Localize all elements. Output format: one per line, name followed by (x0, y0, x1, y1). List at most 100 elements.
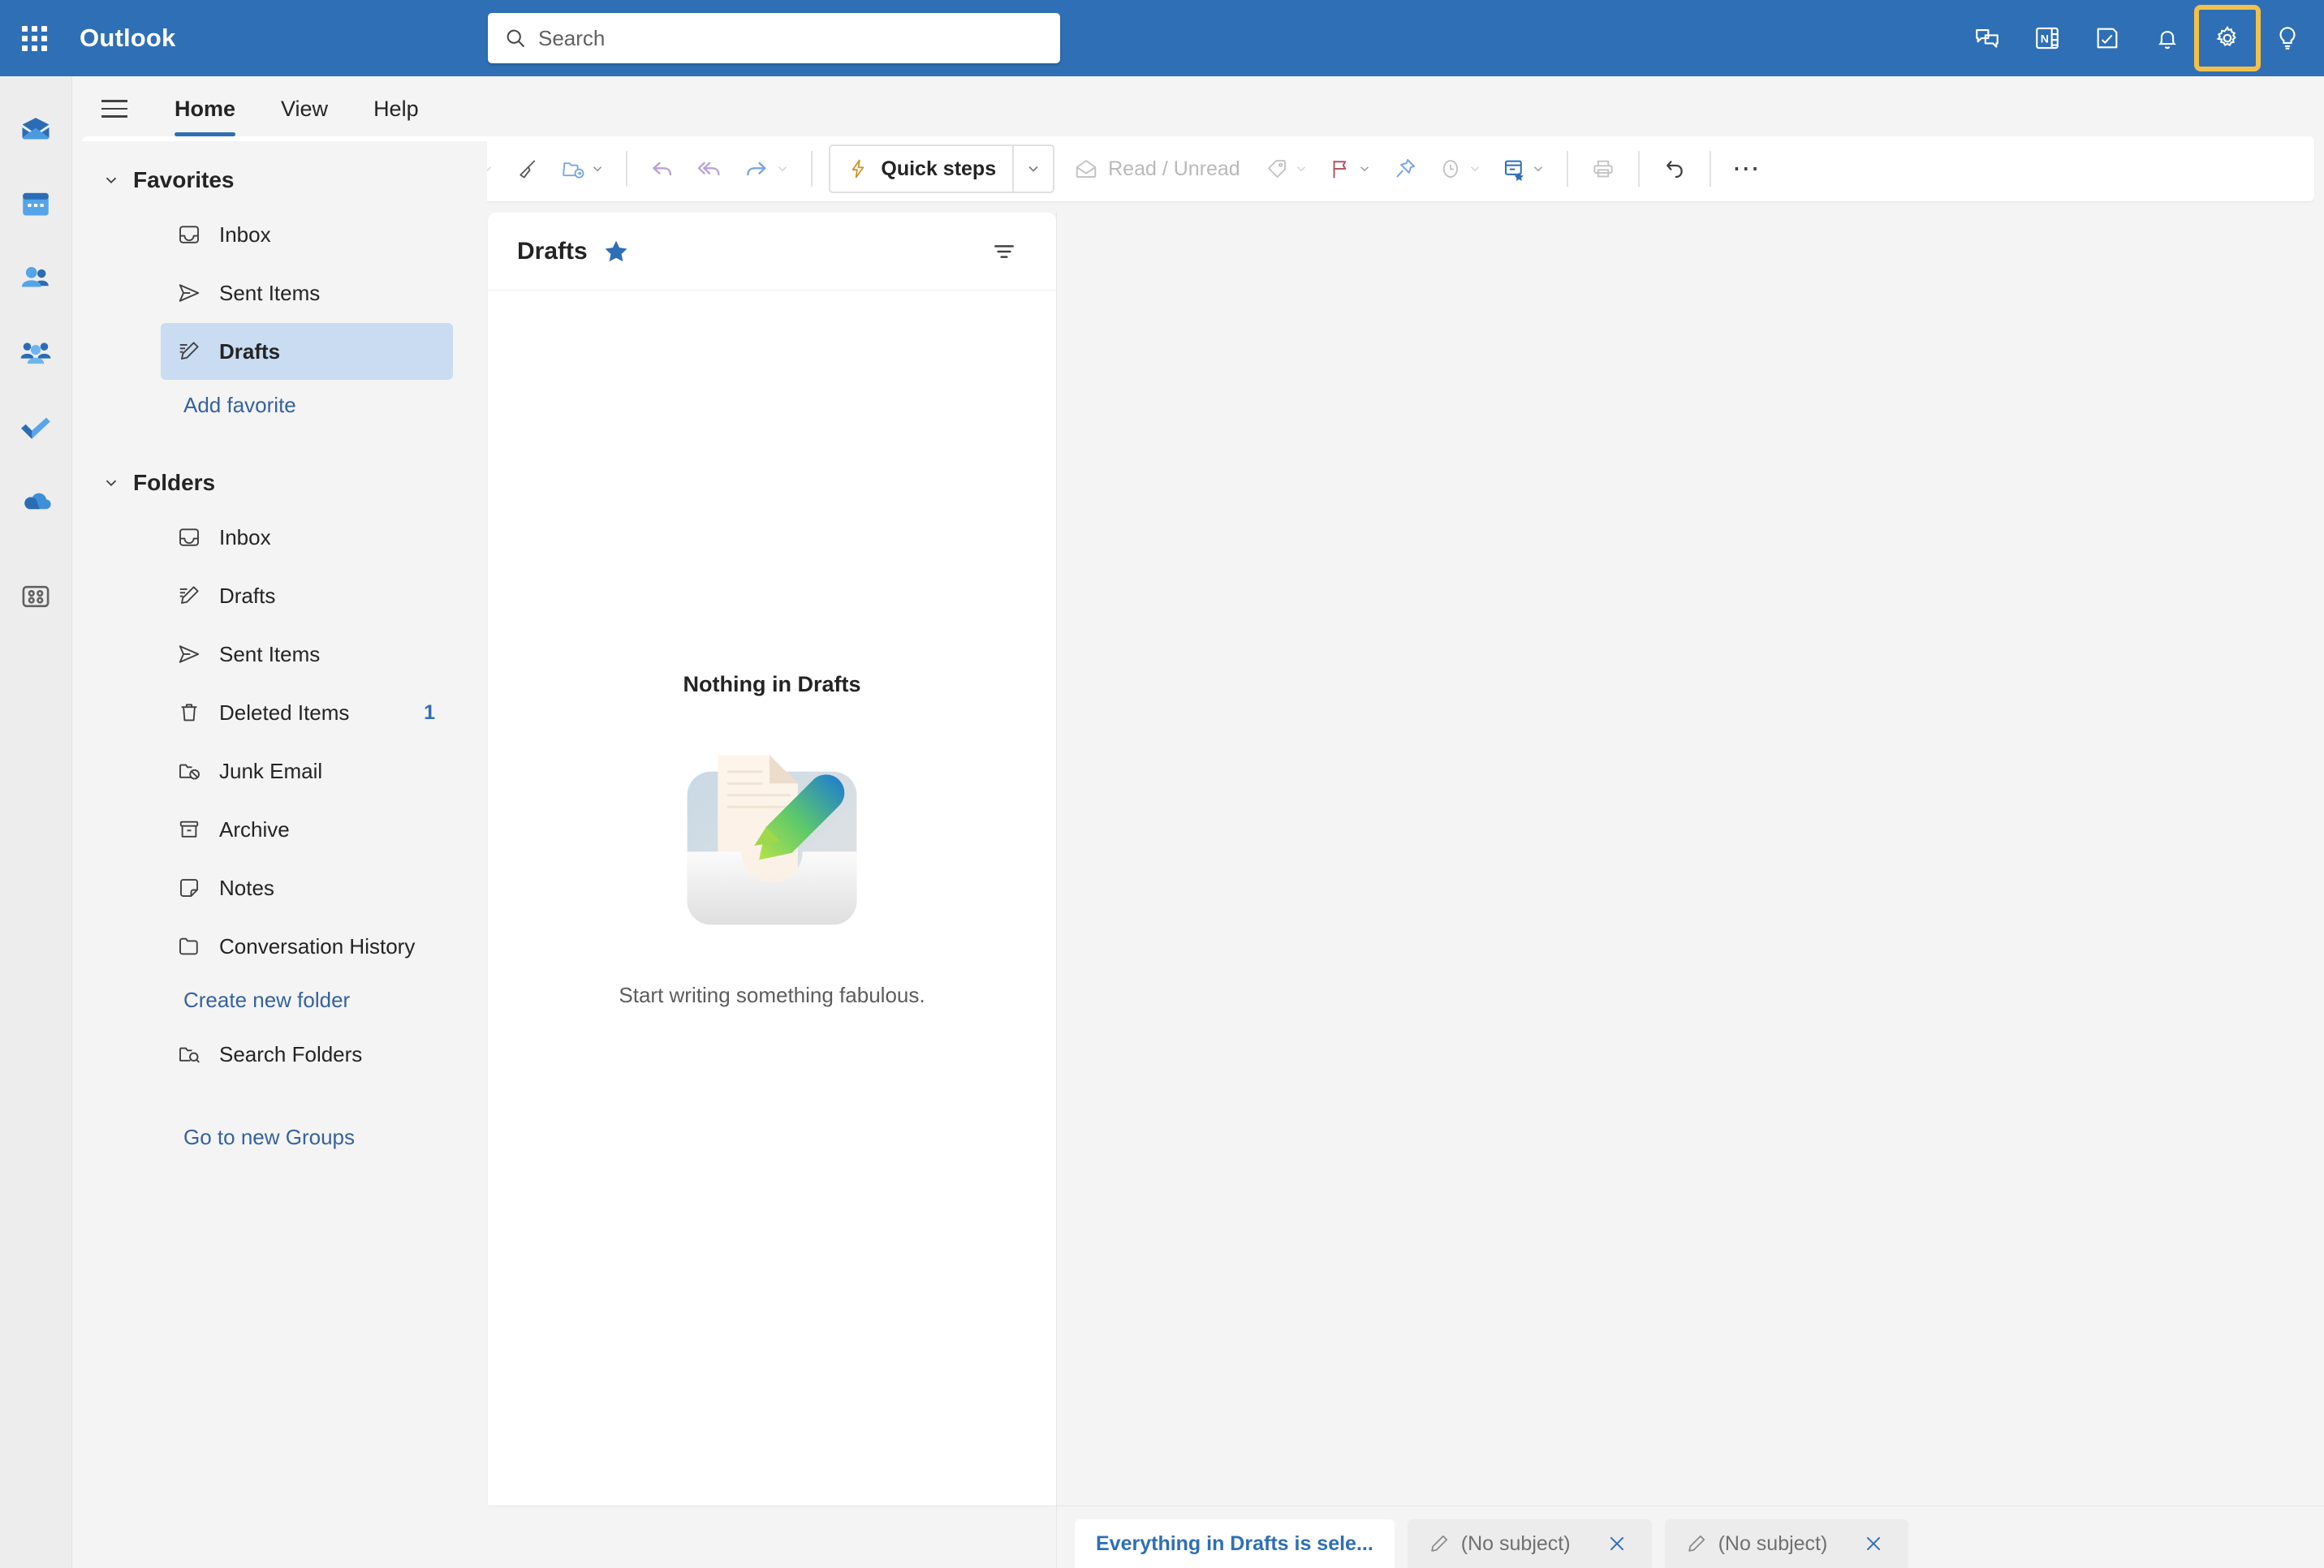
draft-tab-selection-status[interactable]: Everything in Drafts is sele... (1075, 1519, 1395, 1568)
sidebar-item-favorites-drafts[interactable]: Drafts (161, 323, 453, 380)
move-to-chevron-down-icon[interactable] (590, 162, 605, 176)
search-folder-icon (177, 1042, 201, 1066)
star-filled-icon[interactable] (602, 238, 630, 265)
sidebar-item-search-folders[interactable]: Search Folders (161, 1026, 453, 1083)
sidebar-item-count: 1 (424, 700, 435, 724)
tab-home[interactable]: Home (158, 88, 252, 136)
snooze-button[interactable] (1432, 145, 1489, 192)
ribbon-divider-5 (1637, 151, 1640, 187)
more-options-button[interactable]: ⋯ (1726, 145, 1769, 192)
sidebar-item-sent-items[interactable]: Sent Items (161, 626, 453, 683)
notifications-bell-icon[interactable] (2137, 8, 2197, 68)
rules-button[interactable] (1495, 145, 1552, 192)
inbox-icon (177, 525, 201, 549)
draft-tab-no-subject-1[interactable]: (No subject) (1407, 1519, 1652, 1568)
flag-chevron-down-icon[interactable] (1357, 162, 1372, 176)
junk-folder-icon (177, 759, 201, 783)
rail-item-onedrive[interactable] (7, 474, 64, 531)
sidebar-item-label: Conversation History (219, 933, 416, 958)
my-day-icon[interactable] (2077, 8, 2137, 68)
favorites-title: Favorites (133, 167, 235, 192)
rail-item-to-do[interactable] (7, 399, 64, 456)
teams-chat-icon[interactable] (1957, 8, 2017, 68)
sidebar-item-inbox[interactable]: Inbox (161, 509, 453, 566)
sidebar-item-label: Sent Items (219, 280, 321, 305)
sweep-button[interactable] (507, 145, 548, 192)
flag-button[interactable] (1322, 145, 1378, 192)
send-icon (177, 281, 201, 305)
sidebar-item-archive[interactable]: Archive (161, 801, 453, 858)
help-lightbulb-icon[interactable] (2257, 8, 2318, 68)
empty-state: Nothing in Drafts Start writing somethin… (488, 291, 1056, 1008)
draft-tray-pencil-illustration (654, 720, 890, 955)
reply-all-arrow-icon (696, 155, 723, 183)
search-box[interactable] (488, 13, 1060, 63)
sidebar-item-conversation-history[interactable]: Conversation History (161, 918, 453, 975)
empty-state-title: Nothing in Drafts (683, 672, 861, 696)
print-button[interactable] (1583, 145, 1623, 192)
sidebar-item-label: Notes (219, 875, 274, 900)
folder-pane-spacer (73, 429, 487, 459)
sidebar-item-favorites-inbox[interactable]: Inbox (161, 206, 453, 263)
reply-arrow-icon (649, 155, 676, 183)
folder-icon (177, 934, 201, 958)
sidebar-item-notes[interactable]: Notes (161, 859, 453, 916)
close-icon[interactable] (1860, 1530, 1887, 1557)
rail-item-more-apps[interactable] (7, 568, 64, 625)
tab-help[interactable]: Help (357, 88, 435, 129)
reply-all-button[interactable] (689, 145, 730, 192)
categorize-chevron-down-icon[interactable] (1294, 162, 1309, 176)
rail-item-mail[interactable] (7, 101, 64, 157)
ribbon-divider-3 (811, 151, 813, 187)
sidebar-item-label: Drafts (219, 583, 276, 608)
forward-chevron-down-icon[interactable] (775, 162, 790, 176)
quick-steps-button[interactable]: Quick steps (830, 146, 1012, 192)
rules-chevron-down-icon[interactable] (1531, 162, 1546, 176)
add-favorite-link[interactable]: Add favorite (73, 381, 487, 429)
sweep-broom-icon (515, 157, 540, 181)
forward-button[interactable] (736, 145, 796, 192)
snooze-chevron-down-icon[interactable] (1468, 162, 1482, 176)
onenote-icon[interactable]: N (2017, 8, 2077, 68)
tab-view[interactable]: View (265, 88, 344, 129)
top-app-bar: Outlook N (0, 0, 2324, 76)
calendar-app-icon (19, 187, 53, 221)
search-input[interactable] (538, 25, 1044, 51)
filter-icon[interactable] (981, 229, 1027, 274)
tag-icon (1265, 157, 1289, 181)
todo-check-app-icon (18, 410, 54, 446)
close-icon[interactable] (1603, 1530, 1631, 1557)
quick-steps-chevron-down-icon[interactable] (1014, 146, 1053, 192)
sidebar-item-drafts[interactable]: Drafts (161, 567, 453, 624)
sidebar-item-junk-email[interactable]: Junk Email (161, 743, 453, 799)
move-to-button[interactable] (554, 145, 611, 192)
rail-item-calendar[interactable] (7, 175, 64, 232)
undo-button[interactable] (1654, 145, 1695, 192)
reply-button[interactable] (642, 145, 683, 192)
pin-button[interactable] (1385, 145, 1425, 192)
go-to-new-groups-link[interactable]: Go to new Groups (73, 1114, 487, 1161)
rail-item-people[interactable] (7, 250, 64, 307)
reading-pane (1057, 213, 2324, 1506)
read-unread-label: Read / Unread (1108, 157, 1240, 180)
pane-divider[interactable] (1056, 213, 1057, 1568)
sidebar-item-favorites-sent-items[interactable]: Sent Items (161, 265, 453, 321)
flag-icon (1328, 157, 1352, 181)
folder-arrow-icon (561, 157, 585, 181)
ribbon-divider-2 (626, 151, 628, 187)
drafts-pencil-icon (177, 584, 201, 608)
draft-tab-no-subject-2[interactable]: (No subject) (1664, 1519, 1909, 1568)
create-new-folder-link[interactable]: Create new folder (73, 976, 487, 1024)
app-launcher-icon[interactable] (8, 12, 60, 64)
folders-group-header[interactable]: Folders (73, 459, 487, 507)
settings-gear-icon[interactable] (2194, 5, 2261, 71)
draft-tab-label: Everything in Drafts is sele... (1096, 1531, 1373, 1555)
rail-item-groups[interactable] (7, 325, 64, 381)
read-unread-button[interactable]: Read / Unread (1063, 145, 1252, 192)
categorize-button[interactable] (1258, 145, 1315, 192)
inbox-icon (177, 222, 201, 247)
hamburger-menu-icon[interactable] (92, 86, 137, 131)
sidebar-item-label: Inbox (219, 524, 271, 549)
sidebar-item-deleted-items[interactable]: Deleted Items 1 (161, 684, 453, 741)
favorites-group-header[interactable]: Favorites (73, 156, 487, 205)
